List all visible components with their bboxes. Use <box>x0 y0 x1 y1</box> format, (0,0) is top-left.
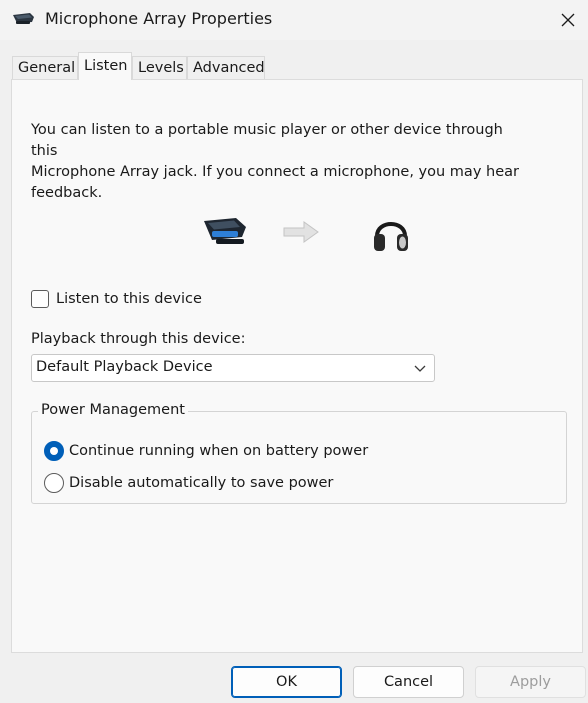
listen-checkbox[interactable] <box>31 290 49 308</box>
description-line: You can listen to a portable music playe… <box>31 122 503 159</box>
playback-device-select[interactable]: Default Playback Device <box>31 354 435 382</box>
power-management-group: Power Management Continue running when o… <box>31 402 567 504</box>
close-icon <box>561 13 575 27</box>
listen-description: You can listen to a portable music playe… <box>31 120 531 204</box>
power-management-title: Power Management <box>38 402 188 418</box>
listen-panel: You can listen to a portable music playe… <box>11 79 583 653</box>
continue-running-label: Continue running when on battery power <box>69 443 369 459</box>
microphone-array-icon <box>13 13 34 24</box>
disable-automatically-radio[interactable] <box>44 473 64 493</box>
microphone-array-icon <box>204 218 246 244</box>
apply-button[interactable]: Apply <box>475 666 586 698</box>
description-line: feedback. <box>31 185 103 201</box>
tab-advanced[interactable]: Advanced <box>187 56 265 79</box>
listen-checkbox-row[interactable]: Listen to this device <box>31 288 202 310</box>
close-button[interactable] <box>548 0 588 40</box>
listen-flow-illustration <box>202 210 422 254</box>
description-line: Microphone Array jack. If you connect a … <box>31 164 519 180</box>
listen-checkbox-label: Listen to this device <box>56 291 202 307</box>
title-bar: Microphone Array Properties <box>0 0 588 40</box>
continue-running-radio[interactable] <box>44 441 64 461</box>
chevron-down-icon <box>414 365 426 372</box>
playback-label: Playback through this device: <box>31 331 246 347</box>
ok-button[interactable]: OK <box>231 666 342 698</box>
tab-general[interactable]: General <box>12 56 78 79</box>
tab-listen[interactable]: Listen <box>78 52 132 80</box>
headphones-icon <box>374 222 408 251</box>
tab-levels[interactable]: Levels <box>132 56 187 79</box>
continue-running-option[interactable]: Continue running when on battery power <box>44 441 368 461</box>
cancel-button[interactable]: Cancel <box>353 666 464 698</box>
disable-automatically-option[interactable]: Disable automatically to save power <box>44 473 333 493</box>
window-title: Microphone Array Properties <box>45 9 273 28</box>
disable-automatically-label: Disable automatically to save power <box>69 475 334 491</box>
arrow-right-icon <box>283 221 319 243</box>
playback-device-value: Default Playback Device <box>36 359 213 375</box>
